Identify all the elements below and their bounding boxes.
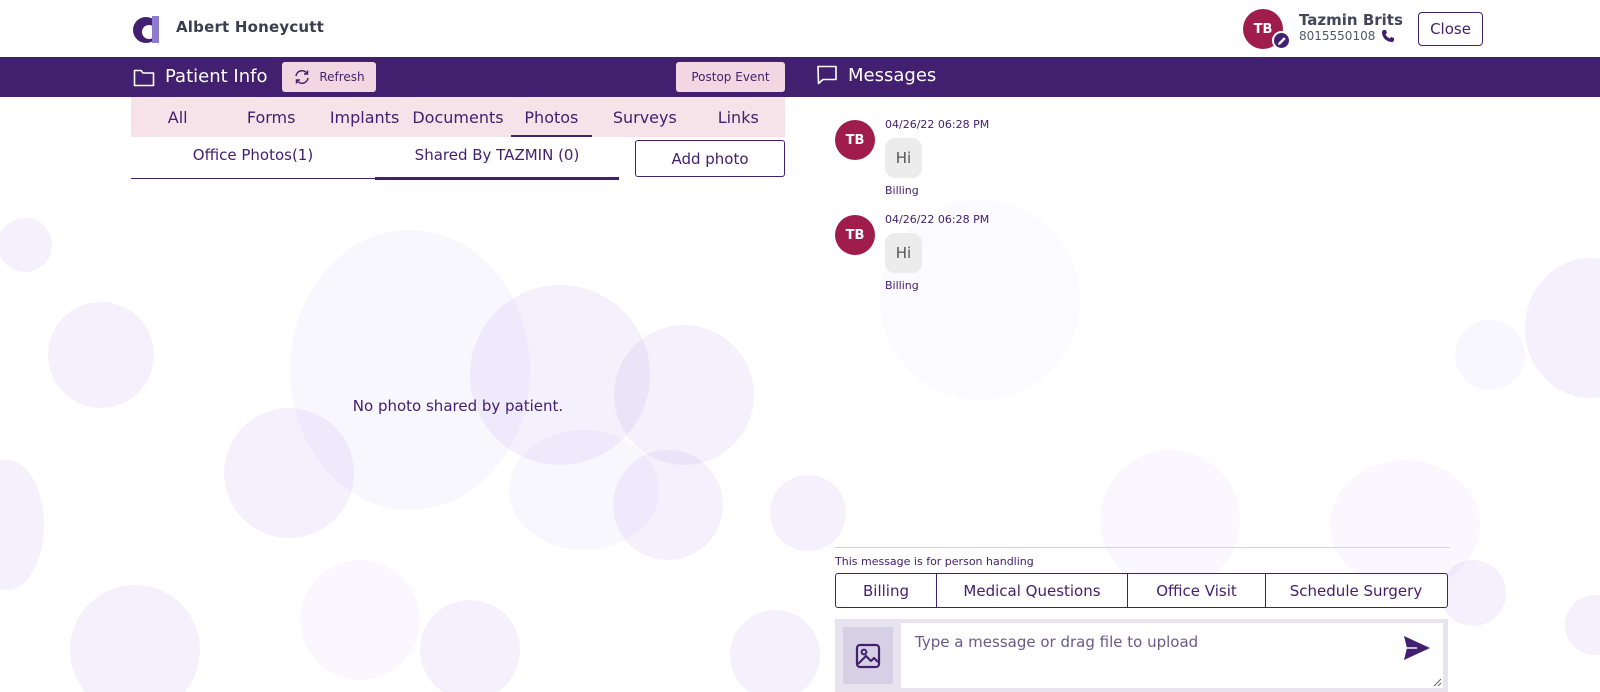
send-icon: [1404, 636, 1430, 660]
patient-name: Tazmin Brits: [1299, 11, 1403, 29]
messages-label: Messages: [848, 64, 937, 86]
handler-selector: Billing Medical Questions Office Visit S…: [835, 573, 1448, 608]
resize-grip-icon[interactable]: [1432, 677, 1442, 687]
edit-icon[interactable]: [1272, 31, 1291, 50]
message-timestamp: 04/26/22 06:28 PM: [885, 213, 990, 226]
refresh-button[interactable]: Refresh: [282, 62, 376, 92]
subtab-office-photos[interactable]: Office Photos(1): [131, 137, 375, 178]
message-timestamp: 04/26/22 06:28 PM: [885, 118, 990, 131]
patient-phone: 8015550108: [1299, 29, 1376, 43]
handler-note: This message is for person handling: [835, 555, 1034, 568]
logo-icon[interactable]: [131, 13, 163, 45]
postop-event-button[interactable]: Postop Event: [676, 62, 785, 92]
chat-icon: [817, 65, 837, 85]
patient-info-label: Patient Info: [165, 66, 268, 87]
message-composer: [835, 619, 1448, 692]
patient-phone-row: 8015550108: [1299, 29, 1395, 43]
handler-billing-button[interactable]: Billing: [836, 574, 937, 607]
folder-icon: [133, 69, 155, 86]
image-icon: [855, 643, 881, 668]
current-user-name: Albert Honeycutt: [176, 18, 325, 36]
send-button[interactable]: [1400, 633, 1434, 663]
tab-all[interactable]: All: [131, 97, 224, 137]
handler-medical-questions-button[interactable]: Medical Questions: [937, 574, 1128, 607]
refresh-icon: [295, 70, 310, 84]
tab-documents[interactable]: Documents: [411, 97, 504, 137]
patient-info-panel: All Forms Implants Documents Photos Surv…: [131, 97, 785, 692]
messages-title: Messages: [816, 64, 936, 86]
subtab-shared-by-patient[interactable]: Shared By TAZMIN (0): [375, 137, 619, 180]
message-avatar: TB: [835, 215, 875, 255]
tab-surveys[interactable]: Surveys: [598, 97, 691, 137]
tab-forms[interactable]: Forms: [224, 97, 317, 137]
refresh-label: Refresh: [319, 70, 365, 84]
handler-schedule-surgery-button[interactable]: Schedule Surgery: [1266, 574, 1446, 607]
tab-implants[interactable]: Implants: [318, 97, 411, 137]
message-bubble: Hi: [885, 233, 922, 273]
message-input[interactable]: [901, 623, 1443, 688]
add-photo-button[interactable]: Add photo: [635, 140, 785, 177]
handler-office-visit-button[interactable]: Office Visit: [1128, 574, 1266, 607]
attach-image-button[interactable]: [843, 627, 893, 684]
message-handler-tag: Billing: [885, 279, 919, 292]
message-avatar: TB: [835, 120, 875, 160]
tab-links[interactable]: Links: [692, 97, 785, 137]
top-header: Albert Honeycutt TB Tazmin Brits 8015550…: [0, 0, 1600, 57]
category-tabs: All Forms Implants Documents Photos Surv…: [131, 97, 785, 137]
photo-subtabs: Office Photos(1) Shared By TAZMIN (0): [131, 137, 619, 180]
patient-info-title: Patient Info: [133, 66, 267, 87]
message-bubble: Hi: [885, 138, 922, 178]
messages-panel: TB 04/26/22 06:28 PM Hi Billing TB 04/26…: [835, 97, 1450, 692]
tab-photos[interactable]: Photos: [505, 97, 598, 137]
message-handler-tag: Billing: [885, 184, 919, 197]
empty-state-message: No photo shared by patient.: [352, 397, 564, 415]
section-header-bar: Patient Info Refresh Postop Event Messag…: [0, 57, 1600, 97]
close-button[interactable]: Close: [1418, 12, 1483, 46]
phone-icon[interactable]: [1381, 29, 1395, 43]
composer-divider: [835, 547, 1450, 548]
